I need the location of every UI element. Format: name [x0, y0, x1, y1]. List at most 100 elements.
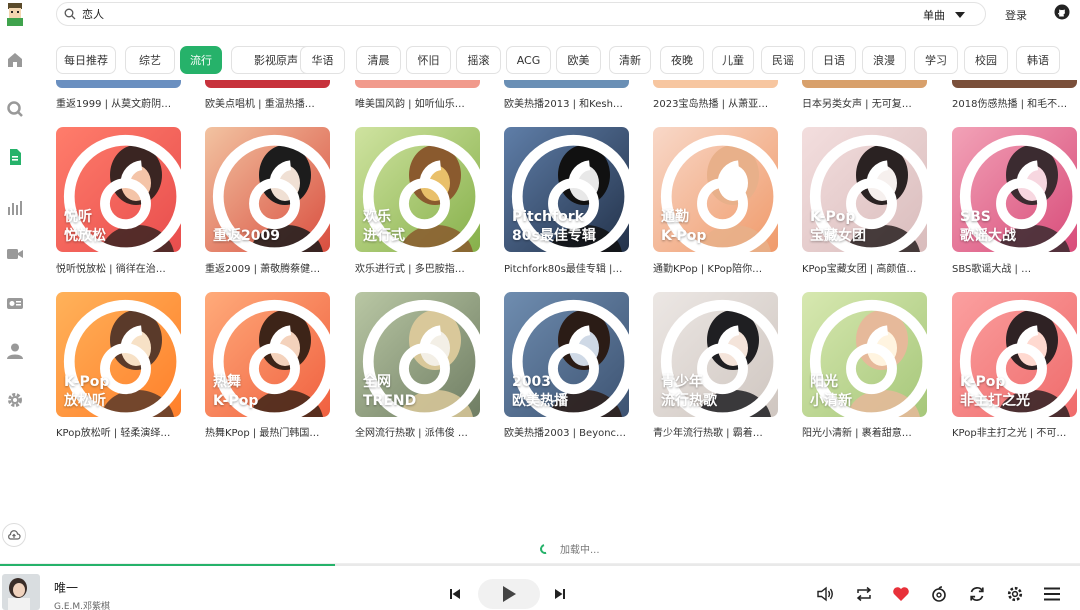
playlist-cover[interactable]: K-Pop 宝藏女团 — [802, 127, 927, 252]
playlist-title[interactable]: 热舞KPop | 最热门韩国… — [205, 424, 333, 439]
netease-logo-icon[interactable] — [930, 585, 948, 603]
song-cover[interactable] — [2, 574, 40, 610]
video-icon[interactable] — [4, 243, 26, 265]
playlist-cover[interactable]: K-Pop 非主打之光 — [952, 292, 1077, 417]
playlist-cover-partial[interactable] — [802, 80, 927, 88]
playlist-cover[interactable]: 青少年 流行热歌 — [653, 292, 778, 417]
search-type-select[interactable]: 单曲 — [923, 7, 965, 23]
github-icon[interactable] — [1054, 4, 1070, 20]
playlist-cover[interactable]: Pitchfork 80s最佳专辑 — [504, 127, 629, 252]
playlist-title[interactable]: 悦听悦放松 | 徜徉在治… — [56, 260, 184, 275]
tag-18[interactable]: 韩语 — [1016, 46, 1060, 74]
playlist-cover-partial[interactable] — [355, 80, 480, 88]
cover-caption: 热舞 K-Pop — [213, 373, 258, 411]
tag-5[interactable]: 清晨 — [356, 46, 401, 74]
tag-17[interactable]: 校园 — [964, 46, 1008, 74]
cover-caption-line1: K-Pop — [960, 374, 1006, 390]
playlist-title[interactable]: 重返2009 | 萧敬腾蔡健… — [205, 260, 333, 275]
settings-gear-icon[interactable] — [4, 389, 26, 411]
tag-7[interactable]: 摇滚 — [456, 46, 501, 74]
playlist-title[interactable]: SBS歌谣大战 | … — [952, 260, 1080, 275]
menu-icon[interactable] — [1043, 586, 1061, 602]
play-button[interactable] — [478, 579, 540, 609]
playlist-title[interactable]: 欢乐进行式 | 多巴胺指… — [355, 260, 483, 275]
playlist-cover[interactable]: 2003 欧美热播 — [504, 292, 629, 417]
playlist-title[interactable]: 唯美国风韵 | 如听仙乐… — [355, 95, 483, 110]
cover-caption-line1: 青少年 — [661, 374, 703, 390]
player-bar: 唯一 G.E.M.邓紫棋 — [0, 563, 1080, 610]
cover-caption: K-Pop 宝藏女团 — [810, 208, 866, 246]
song-artist[interactable]: G.E.M.邓紫棋 — [54, 599, 110, 610]
cover-caption: K-Pop 放松听 — [64, 373, 109, 411]
user-avatar[interactable] — [4, 1, 26, 27]
search-input[interactable] — [82, 7, 682, 21]
loading-spinner-icon — [538, 541, 552, 556]
playlist-cover[interactable]: 悦听 悦放松 — [56, 127, 181, 252]
playlist-title[interactable]: 全网流行热歌 | 派伟俊 … — [355, 424, 483, 439]
playlist-title[interactable]: 欧美热播2003 | Beyonc… — [504, 424, 632, 439]
tag-0[interactable]: 每日推荐 — [56, 46, 116, 74]
cover-caption-line2: 进行式 — [363, 228, 405, 244]
upload-cloud-icon[interactable] — [2, 523, 26, 547]
next-track-icon[interactable] — [553, 587, 567, 601]
previous-track-icon[interactable] — [448, 587, 462, 601]
playlist-title[interactable]: KPop放松听 | 轻柔演绎… — [56, 424, 184, 439]
cover-caption-line1: K-Pop — [810, 209, 856, 225]
playlist-title[interactable]: 青少年流行热歌 | 霸着… — [653, 424, 781, 439]
playlist-title[interactable]: KPop宝藏女团 | 高颜值… — [802, 260, 930, 275]
playlist-title[interactable]: KPop非主打之光 | 不可… — [952, 424, 1080, 439]
tag-1[interactable]: 综艺 — [125, 46, 175, 74]
playlist-icon[interactable] — [4, 146, 26, 168]
playlist-title[interactable]: 2023宝岛热播 | 从萧亚… — [653, 95, 781, 110]
playlist-title[interactable]: 欧美点唱机 | 重温热播… — [205, 95, 333, 110]
tag-16[interactable]: 学习 — [914, 46, 958, 74]
radio-icon[interactable] — [4, 292, 26, 314]
tag-15[interactable]: 浪漫 — [862, 46, 906, 74]
volume-icon[interactable] — [817, 586, 835, 602]
playlist-cover[interactable]: 通勤 K-Pop — [653, 127, 778, 252]
tag-2[interactable]: 流行 — [180, 46, 222, 74]
playlist-title[interactable]: 日本另类女声 | 无可复… — [802, 95, 930, 110]
playlist-cover-partial[interactable] — [205, 80, 330, 88]
tag-8[interactable]: ACG — [506, 46, 551, 74]
chart-icon[interactable] — [4, 196, 26, 218]
playlist-cover-partial[interactable] — [56, 80, 181, 88]
tag-10[interactable]: 清新 — [609, 46, 651, 74]
home-icon[interactable] — [4, 49, 26, 71]
refresh-icon[interactable] — [968, 585, 986, 603]
playlist-cover[interactable]: 全网 TREND — [355, 292, 480, 417]
playlist-cover[interactable]: 阳光 小清新 — [802, 292, 927, 417]
playlist-cover[interactable]: 热舞 K-Pop — [205, 292, 330, 417]
cover-caption: Pitchfork 80s最佳专辑 — [512, 208, 596, 246]
playlist-title[interactable]: 阳光小清新 | 裹着甜意… — [802, 424, 930, 439]
playlist-title[interactable]: Pitchfork80s最佳专辑 |… — [504, 260, 632, 275]
tag-14[interactable]: 日语 — [812, 46, 856, 74]
cover-caption: 悦听 悦放松 — [64, 208, 106, 246]
settings-icon[interactable] — [1006, 585, 1024, 603]
tag-6[interactable]: 怀旧 — [406, 46, 451, 74]
playlist-cover-partial[interactable] — [952, 80, 1077, 88]
play-icon — [503, 586, 516, 602]
tag-12[interactable]: 儿童 — [712, 46, 754, 74]
search-nav-icon[interactable] — [4, 98, 26, 120]
playlist-cover[interactable]: K-Pop 放松听 — [56, 292, 181, 417]
repeat-icon[interactable] — [855, 586, 873, 602]
playlist-title[interactable]: 2018伤感热播 | 和毛不… — [952, 95, 1080, 110]
profile-icon[interactable] — [4, 340, 26, 362]
playlist-cover[interactable]: 欢乐 进行式 — [355, 127, 480, 252]
playlist-cover[interactable]: SBS 歌谣大战 — [952, 127, 1077, 252]
tag-11[interactable]: 夜晚 — [660, 46, 704, 74]
playlist-title[interactable]: 重返1999 | 从莫文蔚阴… — [56, 95, 184, 110]
playlist-title[interactable]: 欧美热播2013 | 和Kesh… — [504, 95, 632, 110]
tag-13[interactable]: 民谣 — [761, 46, 805, 74]
progress-track[interactable] — [0, 564, 1080, 566]
playlist-title[interactable]: 通勤KPop | KPop陪你… — [653, 260, 781, 275]
tag-4[interactable]: 华语 — [300, 46, 345, 74]
heart-icon[interactable] — [892, 586, 910, 602]
playlist-cover[interactable]: 重返2009 — [205, 127, 330, 252]
playlist-cover-partial[interactable] — [504, 80, 629, 88]
chevron-down-icon — [955, 12, 965, 18]
tag-9[interactable]: 欧美 — [556, 46, 601, 74]
login-button[interactable]: 登录 — [1005, 7, 1027, 23]
playlist-cover-partial[interactable] — [653, 80, 778, 88]
